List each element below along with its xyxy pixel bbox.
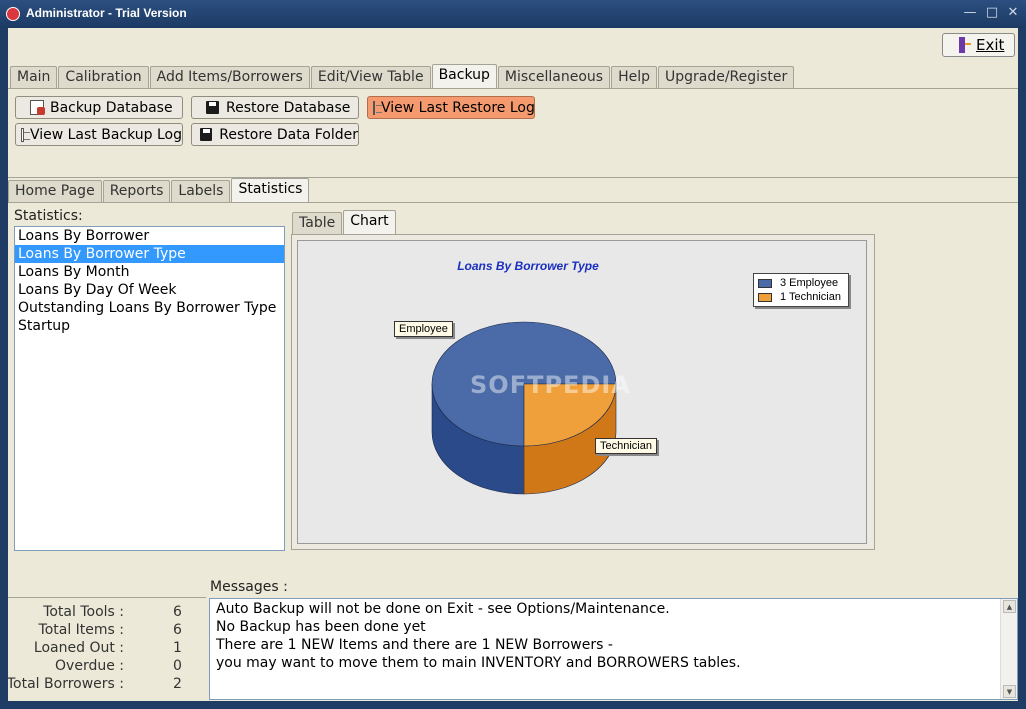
pie-label-technician: Technician	[595, 438, 657, 454]
floppy-disk-icon	[206, 101, 219, 114]
watermark: SOFTPEDIA	[470, 371, 631, 399]
list-item[interactable]: Loans By Month	[15, 263, 284, 281]
sub-tab-strip: Home Page Reports Labels Statistics	[8, 178, 310, 203]
statistics-label: Statistics:	[14, 208, 83, 224]
backup-database-label: Backup Database	[50, 99, 173, 116]
view-last-backup-log-label: View Last Backup Log	[29, 126, 182, 143]
summary-label: Loaned Out :	[33, 640, 124, 656]
chart-panel: Loans By Borrower Type SOFTPEDIA Employe…	[291, 234, 875, 550]
list-item-selected[interactable]: Loans By Borrower Type	[15, 245, 284, 263]
legend-entry: 1 Technician	[758, 290, 844, 304]
document-icon	[373, 100, 382, 115]
tab-table[interactable]: Table	[292, 212, 343, 234]
summary-row: Overdue : 0	[8, 658, 206, 676]
legend-label: 1 Technician	[780, 291, 841, 303]
list-item[interactable]: Startup	[15, 317, 284, 335]
summary-label: Total Borrowers :	[6, 676, 124, 692]
tab-reports[interactable]: Reports	[102, 180, 171, 202]
title-bar: Administrator - Trial Version — □ ✕	[0, 0, 1026, 28]
summary-row: Total Items : 6	[8, 622, 206, 640]
tab-add-items-borrowers[interactable]: Add Items/Borrowers	[149, 66, 310, 88]
message-line: There are 1 NEW Items and there are 1 NE…	[216, 637, 613, 653]
app-icon	[6, 7, 20, 21]
summary-value: 0	[173, 658, 182, 674]
floppy-disk-icon	[200, 128, 213, 141]
app-window: Exit Main Calibration Add Items/Borrower…	[6, 28, 1018, 701]
tab-main[interactable]: Main	[10, 66, 58, 88]
exit-button[interactable]: Exit	[942, 33, 1015, 57]
summary-label: Total Tools :	[43, 604, 124, 620]
document-icon	[21, 127, 30, 142]
restore-database-label: Restore Database	[226, 99, 351, 116]
legend-label: 3 Employee	[780, 277, 839, 289]
messages-box[interactable]: Auto Backup will not be done on Exit - s…	[209, 598, 1018, 700]
summary-value: 6	[173, 604, 182, 620]
summary-panel: Total Tools : 6 Total Items : 6 Loaned O…	[6, 597, 206, 701]
message-line: Auto Backup will not be done on Exit - s…	[216, 601, 670, 617]
view-last-restore-log-label: View Last Restore Log	[381, 99, 535, 116]
legend-swatch	[758, 278, 772, 288]
window-title: Administrator - Trial Version	[26, 6, 187, 20]
messages-label: Messages :	[210, 579, 288, 595]
tab-edit-view-table[interactable]: Edit/View Table	[310, 66, 431, 88]
restore-data-folder-button[interactable]: Restore Data Folder	[191, 123, 359, 146]
tab-calibration[interactable]: Calibration	[58, 66, 149, 88]
messages-scrollbar[interactable]: ▲ ▼	[1000, 599, 1017, 699]
legend-entry: 3 Employee	[758, 276, 844, 290]
message-line: you may want to move them to main INVENT…	[216, 655, 741, 671]
backup-database-button[interactable]: Backup Database	[15, 96, 183, 119]
close-icon[interactable]: ✕	[1005, 5, 1021, 21]
chart-tab-strip: Table Chart	[292, 210, 397, 235]
summary-row: Total Tools : 6	[8, 604, 206, 622]
tab-miscellaneous[interactable]: Miscellaneous	[497, 66, 611, 88]
maximize-icon[interactable]: □	[984, 5, 1000, 21]
restore-data-folder-label: Restore Data Folder	[219, 126, 358, 143]
chart-legend: 3 Employee 1 Technician	[753, 273, 849, 307]
view-last-backup-log-button[interactable]: View Last Backup Log	[15, 123, 183, 146]
message-line: No Backup has been done yet	[216, 619, 426, 635]
pie-label-employee: Employee	[394, 321, 453, 337]
summary-value: 1	[173, 640, 182, 656]
list-item[interactable]: Loans By Day Of Week	[15, 281, 284, 299]
scroll-up-icon[interactable]: ▲	[1003, 600, 1016, 613]
database-document-icon	[30, 100, 45, 115]
tab-labels[interactable]: Labels	[171, 180, 231, 202]
chart-area: Loans By Borrower Type SOFTPEDIA Employe…	[297, 240, 867, 544]
tab-help[interactable]: Help	[611, 66, 657, 88]
summary-label: Total Items :	[38, 622, 124, 638]
statistics-listbox[interactable]: Loans By Borrower Loans By Borrower Type…	[14, 226, 285, 551]
summary-value: 2	[173, 676, 182, 692]
tab-statistics[interactable]: Statistics	[231, 178, 310, 203]
door-icon	[957, 37, 971, 53]
legend-swatch	[758, 292, 772, 302]
summary-value: 6	[173, 622, 182, 638]
view-last-restore-log-button[interactable]: View Last Restore Log	[367, 96, 535, 119]
summary-row: Loaned Out : 1	[8, 640, 206, 658]
scroll-down-icon[interactable]: ▼	[1003, 685, 1016, 698]
restore-database-button[interactable]: Restore Database	[191, 96, 359, 119]
list-item[interactable]: Outstanding Loans By Borrower Type	[15, 299, 284, 317]
tab-backup[interactable]: Backup	[431, 64, 497, 89]
main-tab-strip: Main Calibration Add Items/Borrowers Edi…	[10, 64, 795, 89]
exit-label: Exit	[976, 36, 1005, 54]
list-item[interactable]: Loans By Borrower	[15, 227, 284, 245]
minimize-icon[interactable]: —	[962, 5, 978, 21]
summary-row: Total Borrowers : 2	[6, 676, 206, 694]
tab-upgrade-register[interactable]: Upgrade/Register	[657, 66, 795, 88]
tab-chart[interactable]: Chart	[343, 210, 396, 235]
tab-home-page[interactable]: Home Page	[8, 180, 102, 202]
summary-label: Overdue :	[55, 658, 124, 674]
